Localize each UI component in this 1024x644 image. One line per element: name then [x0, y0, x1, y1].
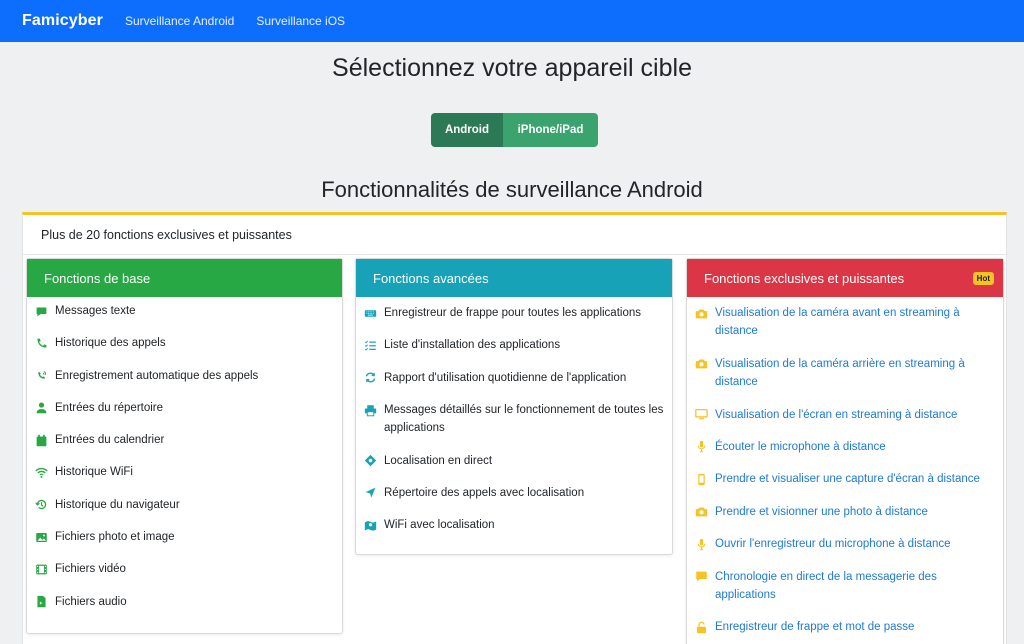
- history-icon: [33, 496, 55, 514]
- printer-icon: [362, 401, 384, 419]
- list-item: Localisation en direct: [362, 445, 666, 477]
- list-item[interactable]: Prendre et visionner une photo à distanc…: [693, 496, 997, 528]
- list-item: Messages texte: [33, 297, 336, 329]
- list-item: Enregistreur de frappe pour toutes les a…: [362, 297, 666, 329]
- feature-list: Visualisation de la caméra avant en stre…: [687, 297, 1003, 644]
- card-title: Fonctions exclusives et puissantes: [704, 270, 905, 286]
- phone-icon: [33, 334, 55, 352]
- list-item[interactable]: Chronologie en direct de la messagerie d…: [693, 561, 997, 612]
- chat-icon: [33, 302, 55, 320]
- keyboard-icon: [362, 304, 384, 322]
- nav-link-ios[interactable]: Surveillance iOS: [256, 14, 345, 28]
- calendar-icon: [33, 431, 55, 449]
- list-item: Répertoire des appels avec localisation: [362, 477, 666, 509]
- list-item[interactable]: Visualisation de la caméra avant en stre…: [693, 297, 997, 348]
- list-item[interactable]: Ouvrir l'enregistreur du microphone à di…: [693, 528, 997, 560]
- camera-icon: [693, 355, 715, 373]
- feature-list: Messages texte Historique des appels Enr…: [27, 297, 342, 620]
- list-item[interactable]: Visualisation de l'écran en streaming à …: [693, 399, 997, 431]
- iphone-ipad-button[interactable]: iPhone/iPad: [503, 113, 598, 147]
- list-item: Fichiers audio: [33, 588, 336, 620]
- desktop-icon: [693, 406, 715, 424]
- list-item: Liste d'installation des applications: [362, 329, 666, 361]
- phone-volume-icon: [33, 367, 55, 385]
- map-icon: [362, 516, 384, 534]
- card-header: Fonctions de base: [27, 259, 342, 297]
- exclusive-features-card: Fonctions exclusives et puissantes Hot V…: [686, 258, 1004, 644]
- list-item: Rapport d'utilisation quotidienne de l'a…: [362, 362, 666, 394]
- list-item: Fichiers photo et image: [33, 523, 336, 555]
- wifi-icon: [33, 463, 55, 481]
- feature-list: Enregistreur de frappe pour toutes les a…: [356, 297, 672, 542]
- film-icon: [33, 560, 55, 578]
- microphone-icon: [693, 535, 715, 553]
- refresh-icon: [362, 369, 384, 387]
- basic-features-card: Fonctions de base Messages texte Histori…: [26, 258, 343, 634]
- list-item: WiFi avec localisation: [362, 509, 666, 541]
- list-item: Historique des appels: [33, 329, 336, 361]
- list-item[interactable]: Écouter le microphone à distance: [693, 431, 997, 463]
- advanced-features-card: Fonctions avancées Enregistreur de frapp…: [355, 258, 673, 555]
- list-item: Entrées du calendrier: [33, 426, 336, 458]
- top-navbar: Famicyber Surveillance Android Surveilla…: [0, 0, 1024, 42]
- list-item: Historique WiFi: [33, 458, 336, 490]
- brand-logo[interactable]: Famicyber: [22, 12, 103, 30]
- camera-icon: [693, 304, 715, 322]
- list-item: Messages détaillés sur le fonctionnement…: [362, 394, 666, 444]
- crosshair-icon: [362, 452, 384, 470]
- list-item[interactable]: Prendre et visualiser une capture d'écra…: [693, 463, 997, 495]
- page-title: Sélectionnez votre appareil cible: [332, 54, 692, 82]
- nav-link-android[interactable]: Surveillance Android: [125, 14, 234, 28]
- mobile-icon: [693, 470, 715, 488]
- list-item: Historique du navigateur: [33, 491, 336, 523]
- user-icon: [33, 399, 55, 417]
- unlock-icon: [693, 618, 715, 636]
- card-header: Fonctions exclusives et puissantes Hot: [687, 259, 1003, 297]
- image-icon: [33, 528, 55, 546]
- card-header: Fonctions avancées: [356, 259, 672, 297]
- list-item[interactable]: Enregistreur de frappe et mot de passe: [693, 611, 997, 643]
- location-arrow-icon: [362, 484, 384, 502]
- hot-badge: Hot: [972, 272, 994, 285]
- list-item: Enregistrement automatique des appels: [33, 362, 336, 394]
- section-title: Fonctionnalités de surveillance Android: [321, 177, 703, 202]
- list-check-icon: [362, 336, 384, 354]
- list-item[interactable]: Visualisation de la caméra arrière en st…: [693, 348, 997, 399]
- device-toggle: Android iPhone/iPad: [431, 113, 598, 147]
- list-item: Entrées du répertoire: [33, 394, 336, 426]
- audio-file-icon: [33, 593, 55, 611]
- list-item: Fichiers vidéo: [33, 555, 336, 587]
- android-button[interactable]: Android: [431, 113, 503, 147]
- panel-header: Plus de 20 fonctions exclusives et puiss…: [23, 215, 1006, 255]
- camera-icon: [693, 503, 715, 521]
- comment-icon: [693, 568, 715, 586]
- microphone-icon: [693, 438, 715, 456]
